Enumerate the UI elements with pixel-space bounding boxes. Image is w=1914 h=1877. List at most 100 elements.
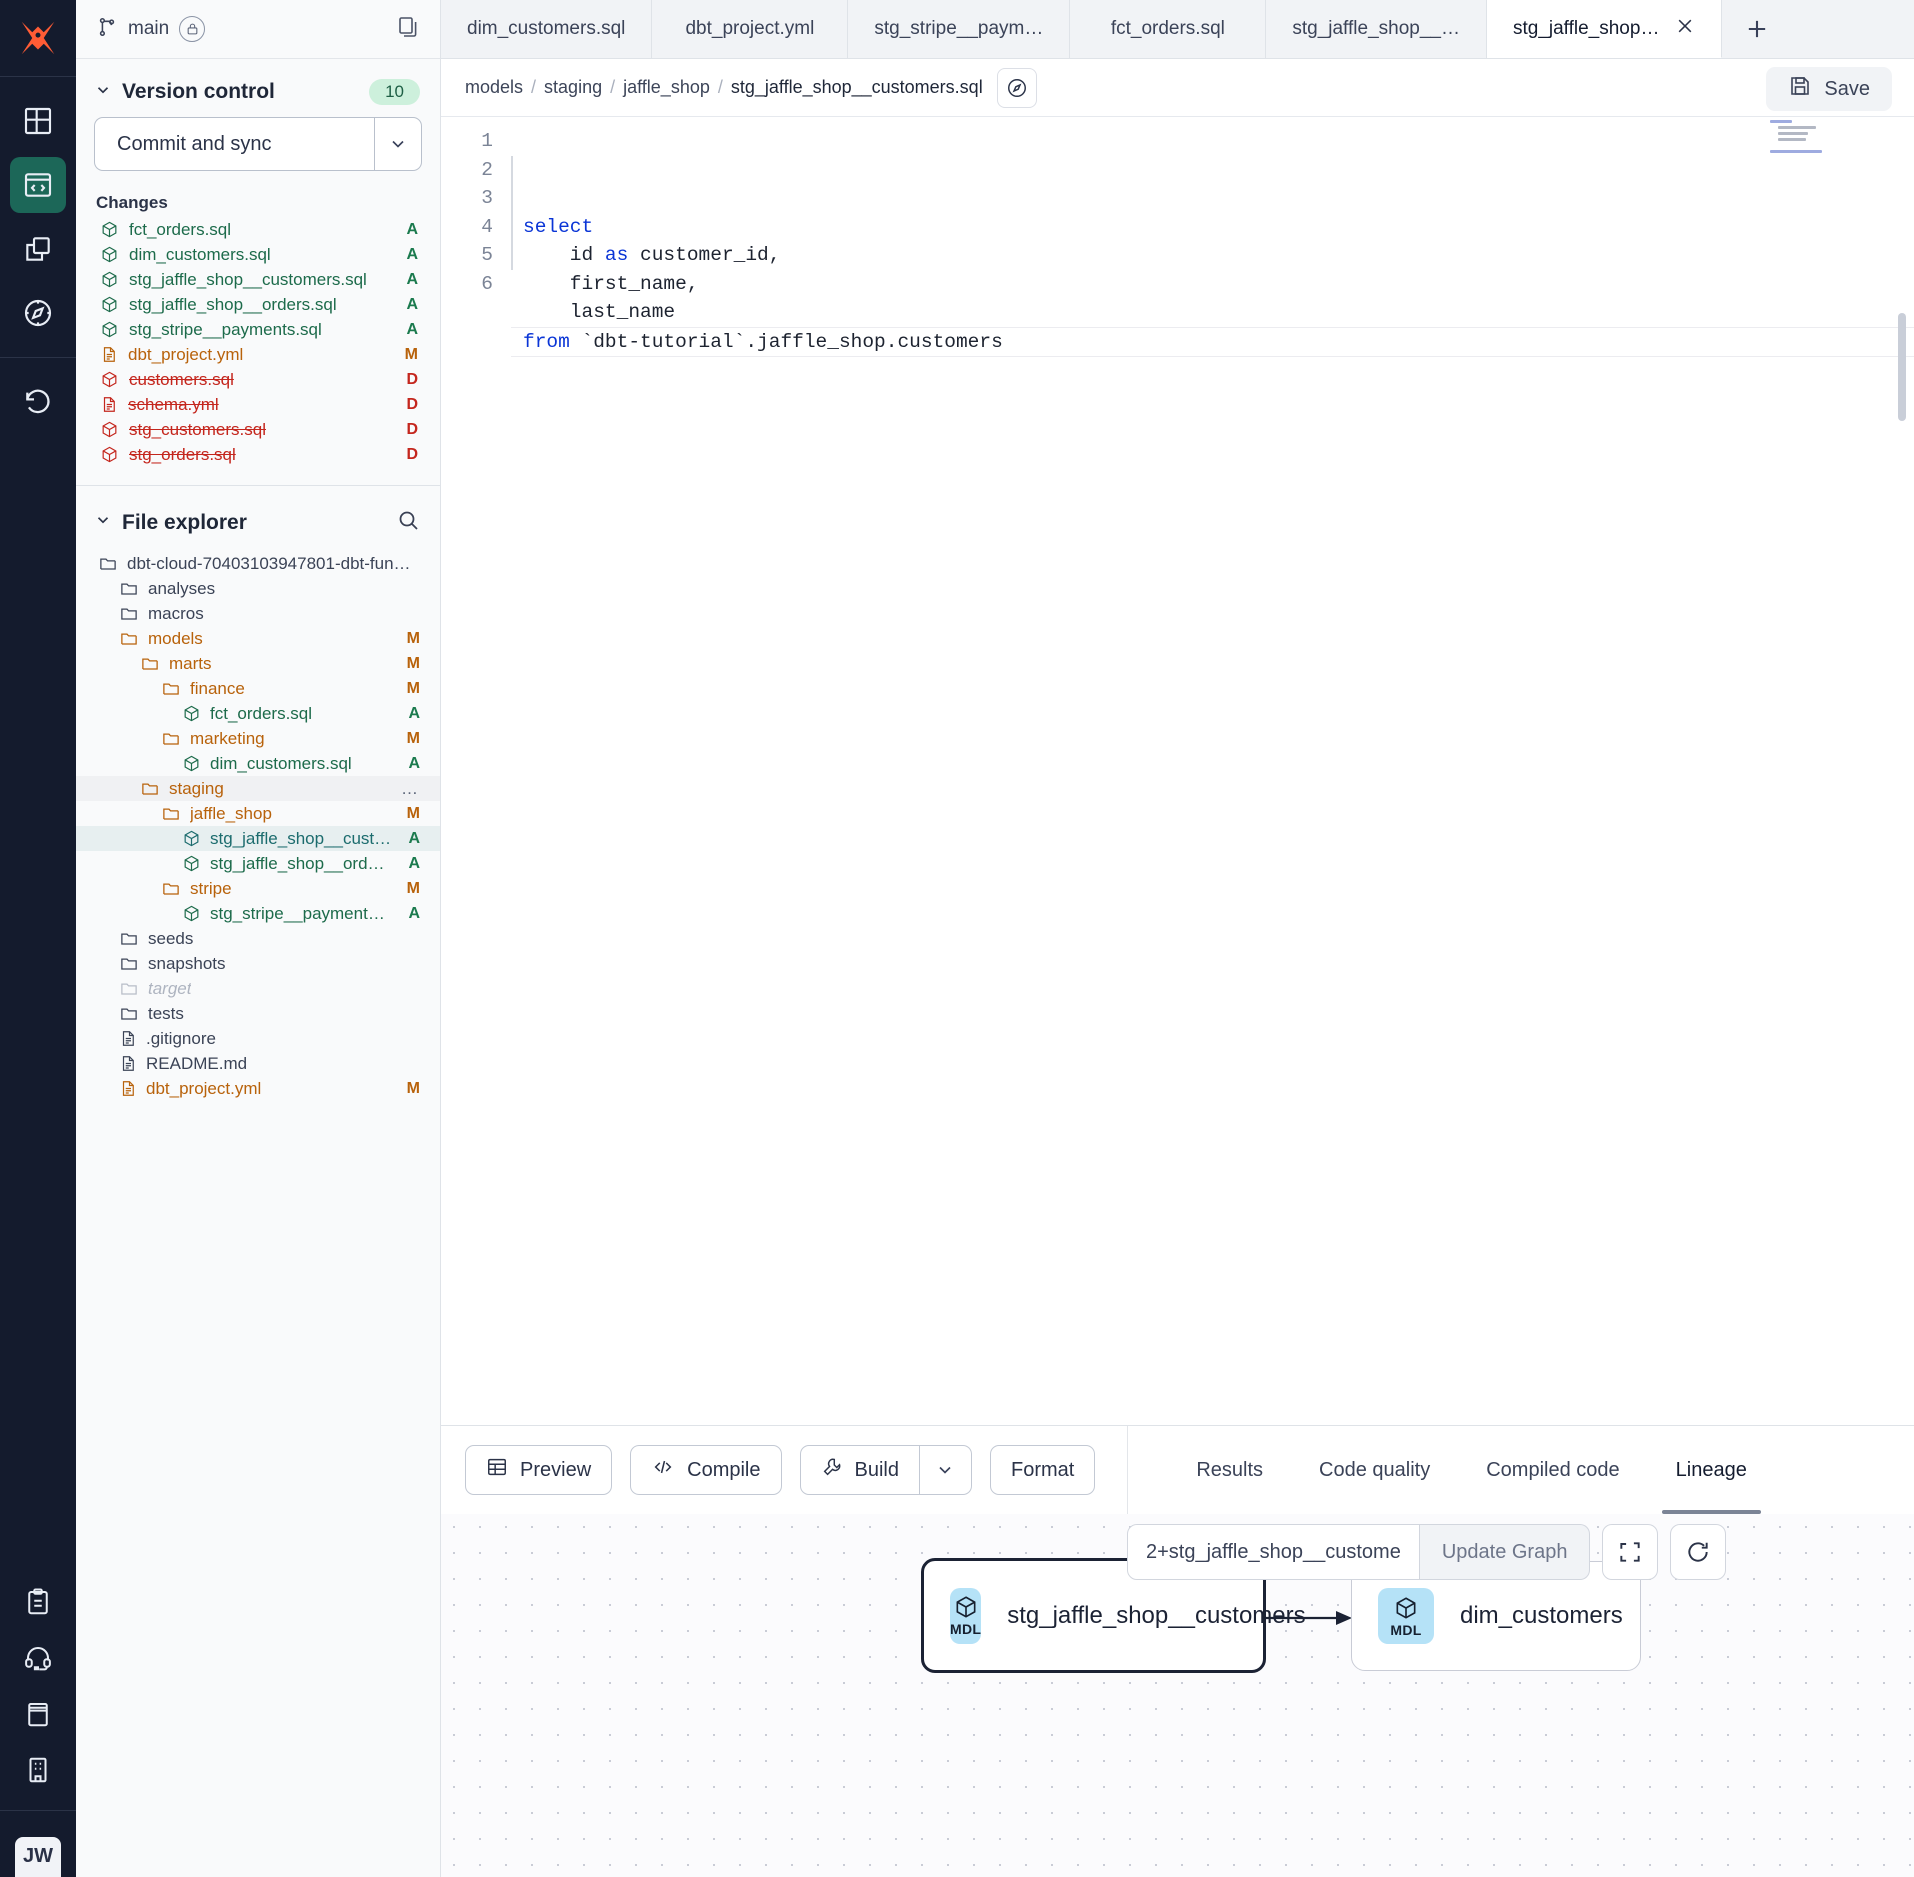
changes-list-item-status: A	[406, 245, 418, 263]
changes-list-item[interactable]: stg_stripe__payments.sql A	[76, 317, 440, 342]
commit-and-sync-button[interactable]: Commit and sync	[94, 117, 374, 171]
editor-tab[interactable]: stg_stripe__paym…	[848, 0, 1071, 58]
editor-tab[interactable]: stg_jaffle_shop…	[1486, 0, 1723, 58]
compile-button[interactable]: Compile	[630, 1445, 782, 1495]
save-button[interactable]: Save	[1766, 67, 1892, 111]
code-editor[interactable]: 1 2 3 4 5 6 select id as customer_id, first_n…	[441, 117, 1914, 1425]
editor-tab[interactable]: dim_customers.sql	[441, 0, 653, 58]
file-tree-item[interactable]: target	[76, 976, 440, 1001]
version-control-header[interactable]: Version control 10	[76, 59, 440, 117]
search-icon[interactable]	[396, 508, 420, 537]
chevron-down-icon[interactable]	[94, 81, 112, 104]
file-tree-item-label: jaffle_shop	[190, 803, 272, 823]
editor-tab[interactable]: stg_jaffle_shop__…	[1266, 0, 1487, 58]
code-line[interactable]: last_name	[511, 298, 1914, 327]
code-line[interactable]: select	[511, 213, 1914, 242]
file-tree-item-label: dbt-cloud-70403103947801-dbt-funda…	[127, 553, 420, 573]
building-icon[interactable]	[10, 1742, 66, 1798]
file-tree-item[interactable]: finance M	[76, 676, 440, 701]
changes-list-item[interactable]: schema.yml D	[76, 392, 440, 417]
file-tree-item[interactable]: .gitignore	[76, 1026, 440, 1051]
refresh-icon[interactable]	[1670, 1524, 1727, 1580]
preview-button[interactable]: Preview	[465, 1445, 613, 1495]
code-line[interactable]: id as customer_id,	[511, 241, 1914, 270]
sidebar-item-deploy[interactable]	[10, 221, 66, 277]
changes-list-item[interactable]: stg_jaffle_shop__customers.sql A	[76, 267, 440, 292]
breadcrumb-part[interactable]: models	[465, 77, 523, 97]
build-button[interactable]: Build	[799, 1445, 920, 1495]
expand-fullscreen-icon[interactable]	[1602, 1524, 1659, 1580]
code-line[interactable]: first_name,	[511, 270, 1914, 299]
compass-icon[interactable]	[996, 67, 1037, 108]
sidebar-item-explore[interactable]	[10, 93, 66, 149]
file-tree-item[interactable]: jaffle_shop M	[76, 801, 440, 826]
file-tree-item[interactable]: dbt_project.yml M	[76, 1076, 440, 1101]
update-graph-button[interactable]: Update Graph	[1419, 1524, 1591, 1580]
editor-tab-label: dbt_project.yml	[685, 18, 815, 39]
file-tree-item[interactable]: stg_jaffle_shop__customers.sql A	[76, 826, 440, 851]
headset-icon[interactable]	[10, 1630, 66, 1686]
book-icon[interactable]	[10, 1686, 66, 1742]
lineage-node-stg-badge: MDL	[950, 1621, 982, 1637]
changes-list-item[interactable]: stg_jaffle_shop__orders.sql A	[76, 292, 440, 317]
lineage-graph[interactable]: MDL stg_jaffle_shop__customers MDL dim_c…	[441, 1514, 1914, 1877]
editor-tab[interactable]: fct_orders.sql	[1070, 0, 1267, 58]
chevron-down-icon[interactable]	[94, 511, 112, 534]
editor-scroll-thumb[interactable]	[1898, 313, 1906, 421]
dbt-logo-icon[interactable]	[0, 0, 76, 76]
format-button[interactable]: Format	[989, 1445, 1096, 1495]
code-lines[interactable]: select id as customer_id, first_name, la…	[511, 127, 1914, 357]
new-tab-button[interactable]	[1722, 0, 1792, 58]
file-tree-item[interactable]: staging…	[76, 776, 440, 801]
changes-list-item-label: fct_orders.sql	[129, 219, 232, 239]
sidebar-item-discover[interactable]	[10, 285, 66, 341]
code-line[interactable]: from `dbt-tutorial`.jaffle_shop.customer…	[511, 326, 1914, 357]
build-options-caret[interactable]	[919, 1445, 972, 1495]
file-tree-item[interactable]: tests	[76, 1001, 440, 1026]
changes-list-item[interactable]: dim_customers.sql A	[76, 242, 440, 267]
file-tree-item[interactable]: stg_jaffle_shop__orders.sql A	[76, 851, 440, 876]
file-tree-item-status: A	[408, 754, 420, 772]
breadcrumb[interactable]: models / staging / jaffle_shop / stg_jaffle_sh…	[465, 77, 983, 98]
file-tree-item[interactable]: stripe M	[76, 876, 440, 901]
commit-options-caret[interactable]	[374, 117, 422, 171]
sidebar-item-develop[interactable]	[10, 157, 66, 213]
file-tree-item[interactable]: seeds	[76, 926, 440, 951]
changes-list-item[interactable]: stg_orders.sql D	[76, 442, 440, 467]
avatar[interactable]: JW	[15, 1837, 61, 1877]
file-tree-item[interactable]: marketing M	[76, 726, 440, 751]
result-tab[interactable]: Results	[1168, 1426, 1291, 1514]
changes-list-item-label: stg_orders.sql	[129, 444, 236, 464]
file-tree-item[interactable]: marts M	[76, 651, 440, 676]
file-tree-item[interactable]: macros	[76, 601, 440, 626]
changes-list-item[interactable]: dbt_project.yml M	[76, 342, 440, 367]
file-tree-item[interactable]: models M	[76, 626, 440, 651]
code-token: id	[523, 244, 605, 266]
changes-list-item[interactable]: fct_orders.sql A	[76, 217, 440, 242]
result-tab[interactable]: Code quality	[1291, 1426, 1458, 1514]
result-tab[interactable]: Lineage	[1648, 1426, 1775, 1514]
file-tree-item[interactable]: dbt-cloud-70403103947801-dbt-funda…	[76, 551, 440, 576]
breadcrumb-part[interactable]: jaffle_shop	[623, 77, 710, 97]
breadcrumb-part[interactable]: stg_jaffle_shop__customers.sql	[731, 77, 983, 97]
changes-list-item[interactable]: stg_customers.sql D	[76, 417, 440, 442]
result-tab[interactable]: Compiled code	[1458, 1426, 1647, 1514]
changes-list-item[interactable]: customers.sql D	[76, 367, 440, 392]
folder-open-icon	[140, 654, 160, 673]
code-content[interactable]: 1 2 3 4 5 6 select id as customer_id, first_n…	[441, 117, 1914, 357]
lineage-selector-input[interactable]: 2+stg_jaffle_shop__custome	[1127, 1524, 1420, 1580]
close-icon[interactable]	[1675, 16, 1695, 42]
copy-icon[interactable]	[396, 15, 420, 44]
file-tree-item[interactable]: snapshots	[76, 951, 440, 976]
file-tree-item[interactable]: README.md	[76, 1051, 440, 1076]
sidebar-item-history[interactable]	[10, 374, 66, 430]
editor-scrollbar[interactable]	[1896, 123, 1906, 1419]
clipboard-icon[interactable]	[10, 1574, 66, 1630]
file-tree-item[interactable]: stg_stripe__payments.sql A	[76, 901, 440, 926]
file-tree-item[interactable]: dim_customers.sql A	[76, 751, 440, 776]
file-explorer-header[interactable]: File explorer	[76, 486, 440, 551]
editor-tab[interactable]: dbt_project.yml	[652, 0, 849, 58]
file-tree-item[interactable]: fct_orders.sql A	[76, 701, 440, 726]
file-tree-item[interactable]: analyses	[76, 576, 440, 601]
breadcrumb-part[interactable]: staging	[544, 77, 602, 97]
